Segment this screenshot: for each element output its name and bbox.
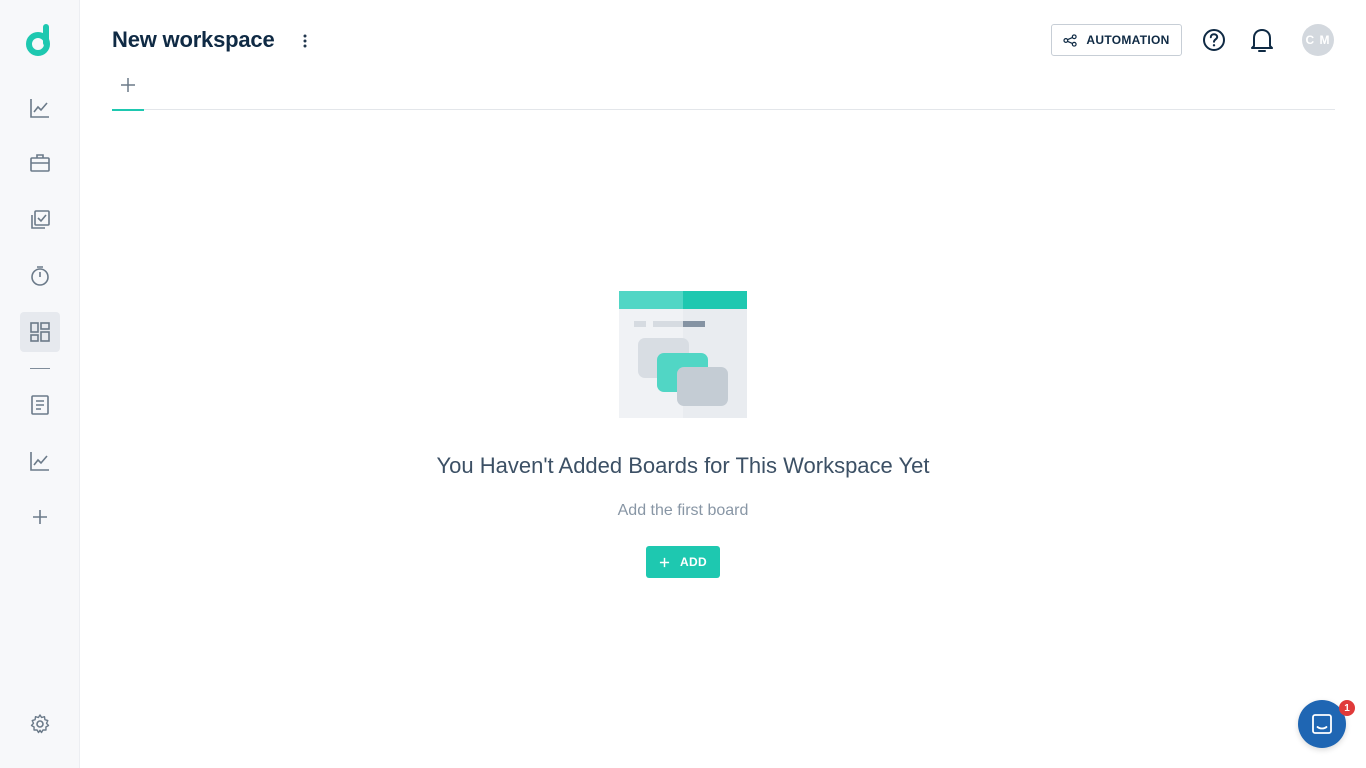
page-title: New workspace bbox=[112, 27, 275, 52]
sidebar-item-tasks[interactable] bbox=[20, 200, 60, 240]
plus-icon bbox=[121, 78, 135, 92]
settings-button[interactable] bbox=[20, 704, 60, 744]
automation-label: AUTOMATION bbox=[1086, 33, 1170, 47]
chart-line-icon bbox=[30, 99, 49, 118]
gear-icon bbox=[30, 714, 50, 734]
empty-state-subtitle: Add the first board bbox=[617, 502, 749, 519]
more-options-button[interactable] bbox=[296, 30, 314, 52]
automation-button[interactable]: AUTOMATION bbox=[1051, 24, 1182, 56]
sidebar-item-documents[interactable] bbox=[20, 385, 60, 425]
add-board-label: ADD bbox=[680, 555, 707, 569]
briefcase-icon bbox=[30, 154, 50, 172]
app-logo[interactable] bbox=[24, 24, 56, 58]
chat-icon bbox=[1312, 714, 1332, 734]
sidebar-item-projects[interactable] bbox=[20, 143, 60, 183]
document-icon bbox=[31, 395, 49, 415]
sidebar-item-workspaces[interactable] bbox=[20, 312, 60, 352]
kebab-menu-icon bbox=[303, 34, 307, 48]
board-tabs bbox=[112, 70, 1335, 111]
question-circle-icon bbox=[1203, 29, 1225, 51]
bell-icon bbox=[1251, 29, 1273, 52]
avatar[interactable]: C M bbox=[1302, 24, 1334, 56]
timer-icon bbox=[31, 266, 49, 286]
help-button[interactable] bbox=[1201, 27, 1227, 53]
chat-unread-badge: 1 bbox=[1339, 700, 1355, 716]
plus-icon bbox=[659, 557, 670, 567]
sidebar-item-time-tracking[interactable] bbox=[20, 256, 60, 296]
add-board-tab[interactable] bbox=[112, 70, 144, 111]
notifications-button[interactable] bbox=[1249, 26, 1275, 54]
copy-check-icon bbox=[31, 210, 50, 229]
empty-state-title: You Haven't Added Boards for This Worksp… bbox=[436, 453, 930, 478]
empty-boards-illustration bbox=[619, 291, 747, 419]
dashboard-grid-icon bbox=[30, 322, 50, 342]
sidebar-item-reports[interactable] bbox=[20, 88, 60, 128]
sidebar-divider bbox=[30, 368, 50, 369]
sidebar bbox=[0, 0, 80, 768]
automation-icon bbox=[1063, 33, 1078, 47]
add-board-button[interactable]: ADD bbox=[646, 546, 720, 578]
